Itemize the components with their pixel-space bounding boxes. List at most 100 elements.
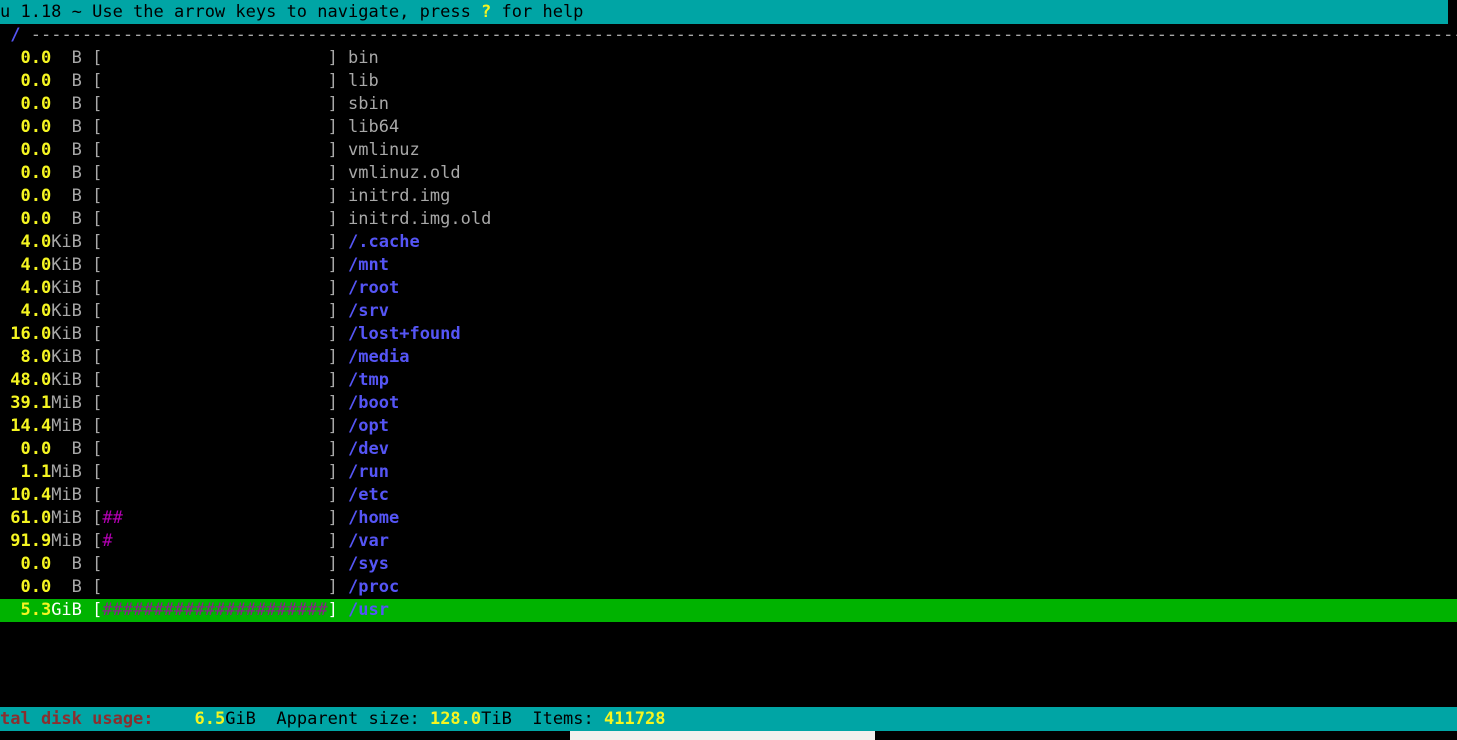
- row-usage-bar-empty: [102, 462, 327, 482]
- row-entry-name[interactable]: vmlinuz.old: [348, 163, 461, 183]
- table-row[interactable]: 0.0 B [ ] /dev: [0, 438, 1457, 461]
- items-value: 411728: [604, 709, 666, 729]
- row-graph-close-bracket: ]: [327, 577, 349, 597]
- table-row[interactable]: 1.1MiB [ ] /run: [0, 461, 1457, 484]
- table-row[interactable]: 14.4MiB [ ] /opt: [0, 415, 1457, 438]
- row-graph-close-bracket: ]: [327, 370, 349, 390]
- table-row[interactable]: 4.0KiB [ ] /root: [0, 277, 1457, 300]
- row-entry-name[interactable]: sbin: [348, 94, 389, 114]
- row-graph-close-bracket: ]: [327, 485, 349, 505]
- row-graph-open-bracket: [: [92, 71, 103, 91]
- table-row[interactable]: 5.3GiB [######################] /usr: [0, 599, 1457, 622]
- row-size-value: 91.9: [0, 531, 52, 551]
- table-row[interactable]: 0.0 B [ ] /proc: [0, 576, 1457, 599]
- row-entry-name[interactable]: /dev: [348, 439, 389, 459]
- table-row[interactable]: 0.0 B [ ] initrd.img: [0, 185, 1457, 208]
- row-entry-name[interactable]: initrd.img.old: [348, 209, 491, 229]
- row-graph-close-bracket: ]: [327, 255, 349, 275]
- items-label: Items:: [532, 709, 594, 729]
- row-graph-open-bracket: [: [92, 416, 103, 436]
- apparent-size-label: Apparent size:: [276, 709, 420, 729]
- directory-listing[interactable]: 0.0 B [ ] bin 0.0 B [ ] lib 0.0 B [ ] sb…: [0, 47, 1457, 703]
- row-entry-name[interactable]: /lost+found: [348, 324, 461, 344]
- row-entry-name[interactable]: initrd.img: [348, 186, 450, 206]
- row-size-value: 0.0: [0, 439, 52, 459]
- row-entry-name[interactable]: /tmp: [348, 370, 389, 390]
- table-row[interactable]: 4.0KiB [ ] /mnt: [0, 254, 1457, 277]
- row-size-value: 5.3: [0, 600, 52, 620]
- row-entry-name[interactable]: bin: [348, 48, 379, 68]
- row-graph-close-bracket: ]: [327, 462, 349, 482]
- row-size-value: 4.0: [0, 278, 52, 298]
- table-row[interactable]: 0.0 B [ ] lib64: [0, 116, 1457, 139]
- table-row[interactable]: 0.0 B [ ] vmlinuz.old: [0, 162, 1457, 185]
- row-entry-name[interactable]: /usr: [348, 600, 389, 620]
- row-size-value: 0.0: [0, 209, 52, 229]
- row-usage-bar-empty: [102, 554, 327, 574]
- horizontal-scrollbar-track[interactable]: [0, 731, 1457, 740]
- row-entry-name[interactable]: /opt: [348, 416, 389, 436]
- row-graph-close-bracket: ]: [327, 416, 349, 436]
- row-usage-bar-empty: [102, 370, 327, 390]
- row-entry-name[interactable]: /run: [348, 462, 389, 482]
- table-row[interactable]: 91.9MiB [# ] /var: [0, 530, 1457, 553]
- row-graph-open-bracket: [: [92, 462, 103, 482]
- table-row[interactable]: 61.0MiB [## ] /home: [0, 507, 1457, 530]
- breadcrumb-current-directory[interactable]: /: [10, 25, 20, 45]
- table-row[interactable]: 0.0 B [ ] vmlinuz: [0, 139, 1457, 162]
- row-graph-close-bracket: ]: [327, 531, 349, 551]
- row-usage-bar-empty: [102, 186, 327, 206]
- row-entry-name[interactable]: /etc: [348, 485, 389, 505]
- table-row[interactable]: 39.1MiB [ ] /boot: [0, 392, 1457, 415]
- row-graph-close-bracket: ]: [327, 186, 349, 206]
- row-entry-name[interactable]: /sys: [348, 554, 389, 574]
- row-entry-name[interactable]: /mnt: [348, 255, 389, 275]
- row-size-value: 0.0: [0, 117, 52, 137]
- table-row[interactable]: 4.0KiB [ ] /srv: [0, 300, 1457, 323]
- row-entry-name[interactable]: lib: [348, 71, 379, 91]
- table-row[interactable]: 8.0KiB [ ] /media: [0, 346, 1457, 369]
- row-graph-open-bracket: [: [92, 163, 103, 183]
- row-usage-bar-empty: [102, 485, 327, 505]
- help-key-hint[interactable]: ?: [481, 2, 491, 22]
- row-entry-name[interactable]: /proc: [348, 577, 399, 597]
- row-entry-name[interactable]: /media: [348, 347, 409, 367]
- horizontal-scrollbar-thumb[interactable]: [570, 731, 875, 740]
- row-usage-bar-empty: [102, 117, 327, 137]
- table-row[interactable]: 0.0 B [ ] sbin: [0, 93, 1457, 116]
- row-size-unit: MiB: [51, 531, 93, 551]
- row-entry-name[interactable]: /boot: [348, 393, 399, 413]
- row-size-unit: MiB: [51, 485, 93, 505]
- table-row[interactable]: 0.0 B [ ] /sys: [0, 553, 1457, 576]
- row-usage-bar-empty: [123, 508, 328, 528]
- table-row[interactable]: 0.0 B [ ] bin: [0, 47, 1457, 70]
- path-separator-rule: ----------------------------------------…: [30, 25, 1457, 45]
- row-size-unit: B: [51, 163, 93, 183]
- table-row[interactable]: 48.0KiB [ ] /tmp: [0, 369, 1457, 392]
- row-graph-close-bracket: ]: [327, 117, 349, 137]
- row-size-value: 10.4: [0, 485, 52, 505]
- row-graph-close-bracket: ]: [327, 163, 349, 183]
- row-entry-name[interactable]: /.cache: [348, 232, 420, 252]
- row-entry-name[interactable]: /var: [348, 531, 389, 551]
- row-entry-name[interactable]: vmlinuz: [348, 140, 420, 160]
- row-graph-open-bracket: [: [92, 600, 103, 620]
- total-disk-usage-unit: GiB: [225, 709, 256, 729]
- row-size-unit: B: [51, 117, 93, 137]
- table-row[interactable]: 16.0KiB [ ] /lost+found: [0, 323, 1457, 346]
- row-entry-name[interactable]: /srv: [348, 301, 389, 321]
- row-usage-bar-empty: [102, 301, 327, 321]
- row-usage-bar-empty: [102, 278, 327, 298]
- row-graph-open-bracket: [: [92, 370, 103, 390]
- table-row[interactable]: 0.0 B [ ] initrd.img.old: [0, 208, 1457, 231]
- row-size-unit: KiB: [51, 278, 93, 298]
- row-entry-name[interactable]: /home: [348, 508, 399, 528]
- table-row[interactable]: 4.0KiB [ ] /.cache: [0, 231, 1457, 254]
- row-entry-name[interactable]: lib64: [348, 117, 399, 137]
- row-size-unit: MiB: [51, 393, 93, 413]
- row-size-value: 0.0: [0, 48, 52, 68]
- row-size-value: 14.4: [0, 416, 52, 436]
- table-row[interactable]: 10.4MiB [ ] /etc: [0, 484, 1457, 507]
- row-entry-name[interactable]: /root: [348, 278, 399, 298]
- table-row[interactable]: 0.0 B [ ] lib: [0, 70, 1457, 93]
